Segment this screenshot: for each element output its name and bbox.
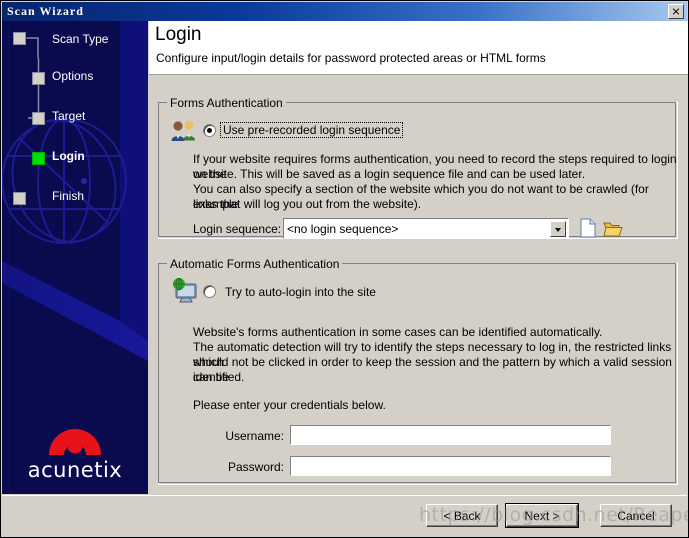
step-box-login [32,152,45,165]
cancel-button[interactable]: Cancel [600,504,672,527]
acunetix-logo-icon [49,429,101,455]
auto-auth-description-line-1: Website's forms authentication in some c… [193,325,603,339]
username-input[interactable] [289,424,612,446]
sidebar-step-label: Scan Type [52,32,109,46]
scan-wizard-window: Scan Wizard Scan Type Options Target Log… [0,0,689,538]
auto-auth-description-line-4: identified. [193,370,245,384]
auto-auth-group-title: Automatic Forms Authentication [167,257,343,271]
page-header: Login Configure input/login details for … [149,21,688,75]
acunetix-logo-text: acunetix [27,458,123,482]
sidebar-step-label: Finish [52,189,85,203]
password-input[interactable] [289,455,612,477]
wizard-content: Forms Authentication Use pre-recorded lo… [149,76,688,494]
login-sequence-combobox[interactable]: <no login sequence> [283,218,569,239]
auto-login-monitor-icon [173,278,197,303]
forms-auth-description-line-4: links that will log you out from the web… [193,197,422,211]
use-prerecorded-login-label[interactable]: Use pre-recorded login sequence [220,122,404,138]
sidebar-step-finish[interactable]: Finish [2,109,148,205]
step-box-finish [13,192,26,205]
sidebar-step-label: Login [52,149,85,163]
next-button[interactable]: Next > [505,503,579,528]
title-bar: Scan Wizard [2,2,687,21]
forms-auth-group-title: Forms Authentication [167,96,286,110]
sidebar-step-login[interactable]: Login [2,89,148,165]
window-title: Scan Wizard [7,4,84,18]
users-icon [171,120,195,141]
forms-authentication-group: Forms Authentication Use pre-recorded lo… [158,96,678,239]
wizard-sidebar: Scan Type Options Target Login Finish ac… [2,21,148,494]
wizard-step-list: Scan Type Options Target Login Finish [2,29,148,205]
new-file-icon[interactable] [579,218,597,238]
login-sequence-label: Login sequence: [193,222,282,236]
try-auto-login-label[interactable]: Try to auto-login into the site [225,285,376,299]
next-button-label: Next > [524,508,560,523]
back-button-label: < Back [443,508,481,523]
login-sequence-value: <no login sequence> [287,221,399,236]
sidebar-step-target[interactable]: Target [2,69,148,125]
auto-auth-description-line-3: should not be clicked in order to keep t… [193,355,672,384]
cancel-button-label: Cancel [617,508,655,523]
page-title: Login [155,24,202,45]
forms-auth-description-line-2: website. This will be saved as a login s… [193,167,586,181]
open-folder-icon[interactable] [603,218,623,238]
page-subtitle: Configure input/login details for passwo… [156,51,546,65]
chevron-down-icon[interactable] [550,220,566,237]
acunetix-logo: acunetix [2,424,148,482]
password-label: Password: [227,460,284,474]
automatic-forms-authentication-group: Automatic Forms Authentication Try to au… [158,257,678,485]
credentials-prompt: Please enter your credentials below. [193,398,386,412]
sidebar-step-options[interactable]: Options [2,49,148,85]
try-auto-login-radio[interactable] [203,285,216,298]
wizard-button-bar: < Back Next > Cancel [2,495,687,537]
sidebar-step-scan-type[interactable]: Scan Type [2,29,148,49]
step-box-scan-type [13,32,26,45]
close-icon[interactable] [668,4,684,19]
username-label: Username: [225,429,284,443]
use-prerecorded-login-radio[interactable] [203,124,216,137]
back-button[interactable]: < Back [426,504,498,527]
